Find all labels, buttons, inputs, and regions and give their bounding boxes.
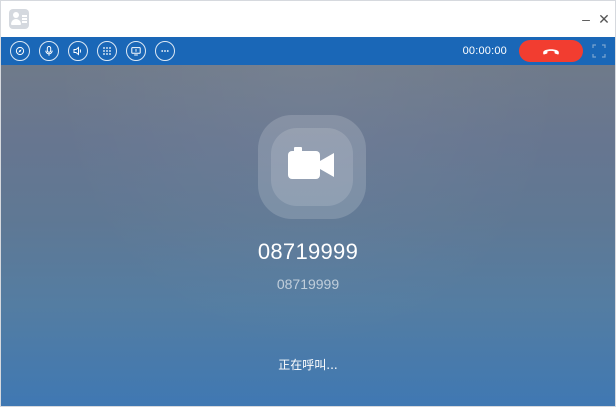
contact-subnumber: 08719999 [276,276,340,292]
close-button[interactable]: ✕ [597,10,611,28]
call-area: 08719999 08719999 正在呼叫... [1,65,615,406]
call-status: 正在呼叫... [278,358,338,372]
compass-icon[interactable] [10,41,30,61]
call-toolbar: 00:00:00 [1,37,615,65]
hangup-button[interactable] [519,40,583,62]
fullscreen-icon[interactable] [591,43,607,59]
call-window: – ✕ 00:00:00 08719999 08719999 正在呼叫... [0,0,616,407]
minimize-button[interactable]: – [579,10,593,28]
contact-number: 08719999 [257,239,359,264]
title-bar: – ✕ [1,1,615,37]
more-icon[interactable] [155,41,175,61]
screen-share-icon[interactable] [126,41,146,61]
speaker-icon[interactable] [68,41,88,61]
call-timer: 00:00:00 [462,45,507,57]
phone-hangup-icon [543,49,559,55]
video-camera-icon [286,145,338,190]
microphone-icon[interactable] [39,41,59,61]
dialpad-icon[interactable] [97,41,117,61]
contact-avatar [258,115,366,219]
window-controls: – ✕ [579,10,611,28]
contact-card-icon [9,9,29,29]
